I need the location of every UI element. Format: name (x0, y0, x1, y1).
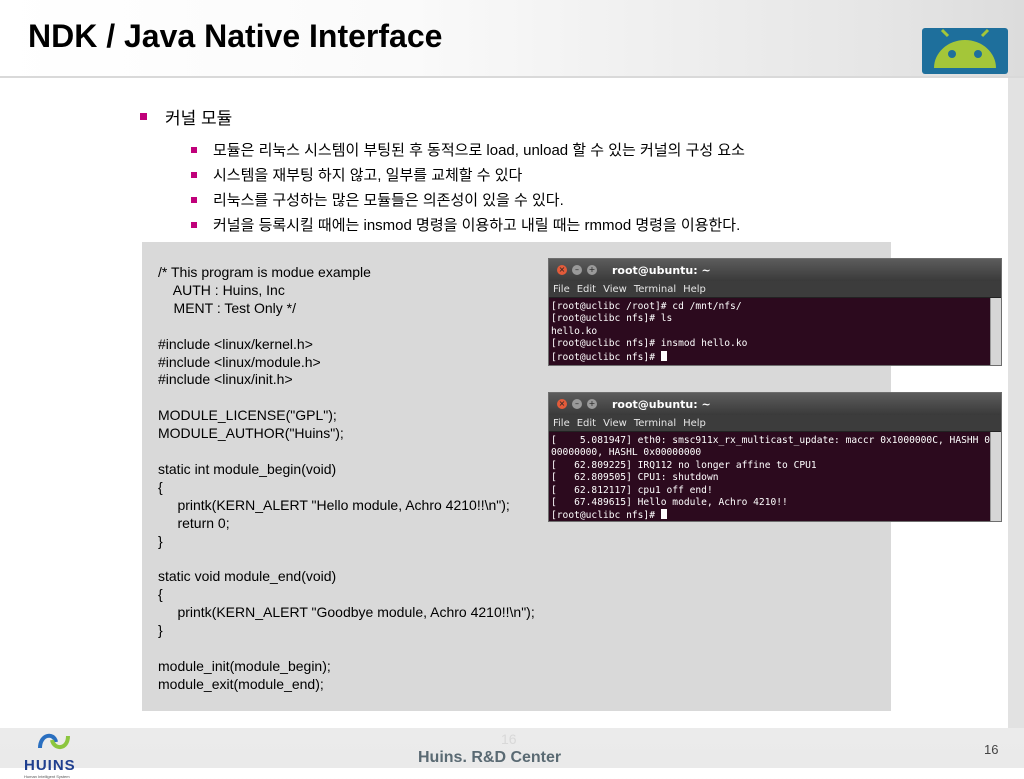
menu-view[interactable]: View (603, 418, 627, 429)
bullet-square-icon (191, 196, 197, 203)
code-line: { (158, 478, 163, 495)
menu-view[interactable]: View (603, 284, 627, 295)
maximize-icon[interactable]: + (587, 399, 597, 409)
bullet-square-icon (140, 113, 147, 120)
terminal-title: root@ubuntu: ~ (612, 263, 711, 277)
terminal-line: [root@uclibc nfs]# (551, 510, 661, 522)
terminal-line: [root@uclibc nfs]# insmod hello.ko (551, 338, 748, 350)
code-line: } (158, 622, 163, 639)
terminal-cursor (660, 350, 667, 361)
list-item: 시스템을 재부팅 하지 않고, 일부를 교체할 수 있다 (191, 162, 745, 187)
terminal-window-2[interactable]: × – + root@ubuntu: ~ File Edit View Term… (548, 392, 1002, 522)
code-line: printk(KERN_ALERT "Hello module, Achro 4… (158, 496, 510, 513)
terminal-line: [ 5.081947] eth0: smsc911x_rx_multicast_… (551, 435, 996, 446)
terminal-titlebar[interactable]: × – + root@ubuntu: ~ (549, 393, 1001, 415)
code-line: static void module_end(void) (158, 568, 337, 585)
huins-brand: HUINS (24, 757, 76, 774)
bullet-square-icon (191, 221, 197, 228)
terminal-scrollbar[interactable] (990, 298, 1001, 365)
code-line: static int module_begin(void) (158, 460, 337, 477)
terminal-output[interactable]: [root@uclibc /root]# cd /mnt/nfs/ [root@… (549, 298, 1001, 364)
code-line: return 0; (158, 514, 230, 531)
code-line: MENT : Test Only */ (158, 299, 296, 316)
code-line: #include <linux/module.h> (158, 353, 321, 370)
terminal-scrollbar[interactable] (990, 432, 1001, 521)
code-line: module_init(module_begin); (158, 657, 331, 674)
code-line: MODULE_LICENSE("GPL"); (158, 407, 337, 424)
huins-mark-icon (38, 733, 70, 749)
menu-file[interactable]: File (553, 418, 570, 429)
terminal-line: [root@uclibc nfs]# ls (551, 313, 673, 325)
bullet-list: 커널 모듈 모듈은 리눅스 시스템이 부팅된 후 동적으로 load, unlo… (140, 104, 745, 237)
terminal-line: [root@uclibc /root]# cd /mnt/nfs/ (551, 301, 742, 312)
terminal-line: 00000000, HASHL 0x00000000 (551, 447, 702, 459)
right-side-strip (1008, 78, 1024, 728)
code-line: #include <linux/kernel.h> (158, 335, 313, 352)
slide-title: NDK / Java Native Interface (28, 18, 443, 54)
close-icon[interactable]: × (557, 265, 567, 275)
code-line: MODULE_AUTHOR("Huins"); (158, 425, 344, 442)
list-item: 모듈은 리눅스 시스템이 부팅된 후 동적으로 load, unload 할 수… (191, 137, 745, 162)
faint-page-number: 16 (501, 731, 517, 747)
terminal-output[interactable]: [ 5.081947] eth0: smsc911x_rx_multicast_… (549, 432, 1001, 522)
bullet-heading-text: 커널 모듈 (165, 109, 233, 128)
terminal-titlebar[interactable]: × – + root@ubuntu: ~ (549, 259, 1001, 281)
list-item: 리눅스를 구성하는 많은 모듈들은 의존성이 있을 수 있다. (191, 187, 745, 212)
code-line: #include <linux/init.h> (158, 371, 293, 388)
bullet-square-icon (191, 146, 197, 153)
terminal-line: [ 62.812117] cpu1 off end! (551, 484, 713, 496)
terminal-line: [root@uclibc nfs]# (551, 351, 661, 363)
minimize-icon[interactable]: – (572, 399, 582, 409)
menu-help[interactable]: Help (683, 418, 706, 429)
code-line: AUTH : Huins, Inc (158, 281, 285, 298)
code-line: } (158, 532, 163, 549)
huins-logo: HUINS Human Intelligent System (24, 730, 76, 779)
terminal-window-1[interactable]: × – + root@ubuntu: ~ File Edit View Term… (548, 258, 1002, 366)
list-item-text: 커널을 등록시킬 때에는 insmod 명령을 이용하고 내릴 때는 rmmod… (213, 217, 741, 234)
code-line: { (158, 586, 163, 603)
code-listing: /* This program is modue example AUTH : … (158, 264, 535, 694)
bullet-square-icon (191, 171, 197, 178)
footer-center-text: Huins. R&D Center (418, 749, 562, 766)
menu-terminal[interactable]: Terminal (634, 284, 676, 295)
close-icon[interactable]: × (557, 399, 567, 409)
minimize-icon[interactable]: – (572, 265, 582, 275)
page-number: 16 (984, 742, 999, 757)
terminal-menubar: File Edit View Terminal Help (549, 281, 1001, 298)
menu-edit[interactable]: Edit (577, 418, 596, 429)
terminal-menubar: File Edit View Terminal Help (549, 415, 1001, 432)
android-logo-icon (922, 28, 1008, 74)
terminal-line: hello.ko (551, 325, 598, 337)
list-item: 커널을 등록시킬 때에는 insmod 명령을 이용하고 내릴 때는 rmmod… (191, 212, 745, 237)
code-line: printk(KERN_ALERT "Goodbye module, Achro… (158, 604, 535, 621)
huins-tagline: Human Intelligent System (24, 774, 70, 779)
code-line: module_exit(module_end); (158, 675, 324, 692)
list-item-text: 모듈은 리눅스 시스템이 부팅된 후 동적으로 load, unload 할 수… (213, 142, 745, 159)
list-item-text: 리눅스를 구성하는 많은 모듈들은 의존성이 있을 수 있다. (213, 192, 564, 209)
terminal-line: [ 62.809505] CPU1: shutdown (551, 472, 719, 484)
terminal-line: [ 67.489615] Hello module, Achro 4210!! (551, 497, 788, 509)
menu-terminal[interactable]: Terminal (634, 418, 676, 429)
menu-edit[interactable]: Edit (577, 284, 596, 295)
terminal-cursor (660, 509, 667, 520)
terminal-line: [ 62.809225] IRQ112 no longer affine to … (551, 459, 817, 471)
code-line: /* This program is modue example (158, 264, 371, 280)
list-item-text: 시스템을 재부팅 하지 않고, 일부를 교체할 수 있다 (213, 167, 523, 184)
bullet-heading: 커널 모듈 (140, 104, 745, 129)
menu-help[interactable]: Help (683, 284, 706, 295)
maximize-icon[interactable]: + (587, 265, 597, 275)
terminal-title: root@ubuntu: ~ (612, 397, 711, 411)
menu-file[interactable]: File (553, 284, 570, 295)
